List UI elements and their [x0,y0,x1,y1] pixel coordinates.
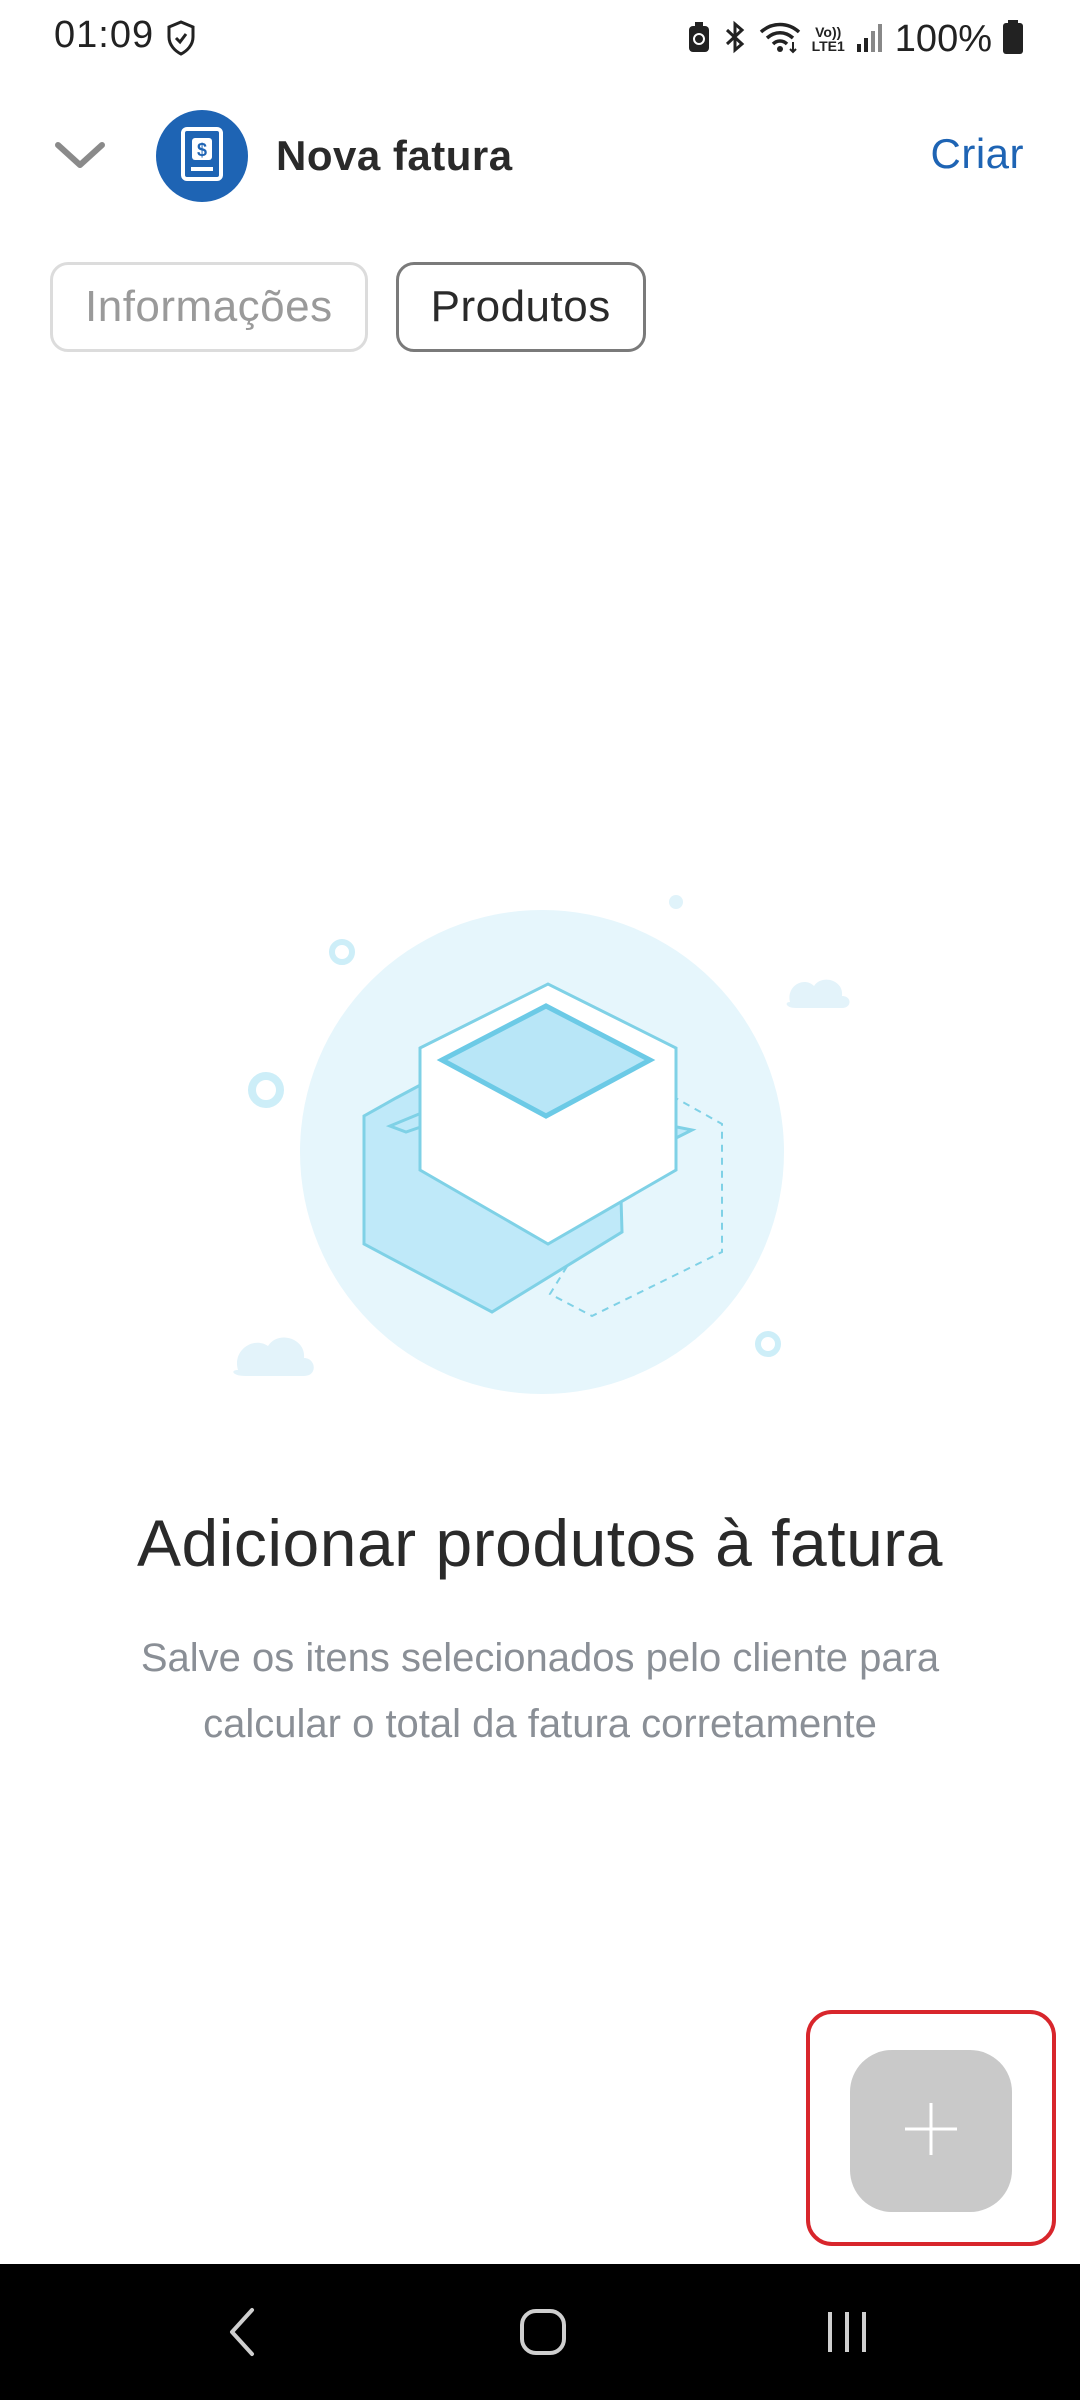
battery-icon [1002,19,1024,60]
empty-state-title: Adicionar produtos à fatura [137,1506,943,1580]
network-type-label: Vo)) LTE1 [812,25,845,53]
signal-icon [855,20,885,59]
page-title: Nova fatura [276,132,513,179]
network-label-bottom: LTE1 [811,38,845,54]
plus-icon [901,2099,961,2164]
invoice-avatar: $ [156,110,248,202]
app-header: $ Nova fatura Criar [0,80,1080,230]
wifi-icon [758,20,802,59]
battery-percentage: 100% [894,17,992,60]
status-icons: Vo)) LTE1 100% [686,14,1024,64]
navigation-bar [0,2264,1080,2400]
tab-bar: Informações Produtos [50,262,646,352]
add-product-button[interactable] [850,2050,1012,2212]
battery-saver-icon [686,20,712,59]
empty-state-subtitle-line-2: calcular o total da fatura corretamente [203,1702,877,1746]
recent-apps-icon[interactable] [820,2306,874,2363]
empty-state-subtitle: Salve os itens selecionados pelo cliente… [90,1625,990,1757]
shield-icon [166,20,196,61]
bluetooth-icon [722,20,748,59]
home-icon[interactable] [516,2302,570,2365]
status-time: 01:09 [54,14,155,56]
invoice-dollar-icon: $ [175,125,229,188]
back-icon[interactable] [218,2304,268,2365]
product-box-illustration [220,880,860,1400]
tab-informacoes[interactable]: Informações [50,262,368,352]
tab-produtos[interactable]: Produtos [395,262,646,352]
chevron-down-icon[interactable] [50,135,110,175]
create-button[interactable]: Criar [931,130,1025,178]
svg-text:$: $ [197,140,207,160]
status-bar: 01:09 Vo)) LTE1 100% [0,0,1080,80]
empty-state-subtitle-line-1: Salve os itens selecionados pelo cliente… [140,1636,940,1680]
